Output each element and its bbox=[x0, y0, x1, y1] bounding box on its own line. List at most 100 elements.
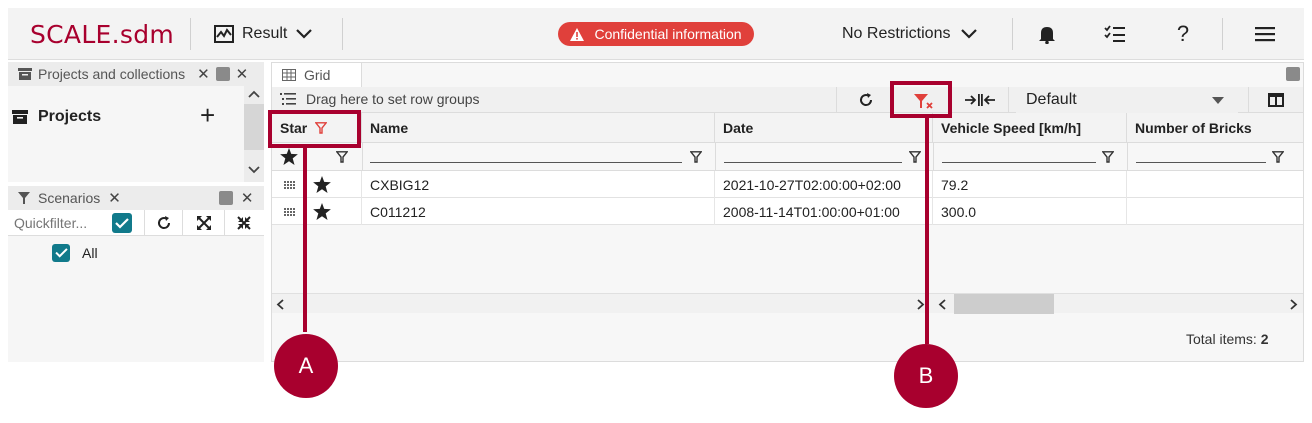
divider bbox=[1008, 87, 1009, 113]
minimize-icon[interactable] bbox=[215, 67, 230, 81]
minimize-icon[interactable] bbox=[218, 191, 233, 205]
number-of-bricks-filter-input[interactable] bbox=[1136, 162, 1266, 163]
list-icon bbox=[280, 93, 296, 105]
divider bbox=[1248, 87, 1249, 113]
annotation-marker-a: A bbox=[274, 334, 338, 398]
chevron-left-icon[interactable] bbox=[276, 299, 284, 310]
star-icon[interactable] bbox=[313, 203, 331, 220]
filter-icon[interactable] bbox=[1272, 151, 1284, 163]
columns-icon bbox=[1268, 93, 1284, 107]
help-icon: ? bbox=[1176, 21, 1190, 46]
divider bbox=[715, 143, 716, 171]
view-select[interactable]: Default bbox=[1016, 87, 1238, 113]
quickfilter-input[interactable] bbox=[14, 212, 100, 234]
divider bbox=[1012, 18, 1013, 50]
number-of-bricks-cell bbox=[1127, 198, 1303, 225]
table-row[interactable]: CXBIG12 2021-10-27T02:00:00+02:00 79.2 bbox=[272, 171, 1303, 198]
drag-handle-icon[interactable] bbox=[284, 180, 295, 189]
divider bbox=[342, 18, 343, 50]
chevron-left-icon[interactable] bbox=[938, 299, 946, 310]
star-filter-icon[interactable] bbox=[280, 148, 298, 165]
close-icon[interactable]: ✕ bbox=[108, 189, 121, 207]
all-checkbox[interactable] bbox=[52, 244, 70, 262]
projects-panel-header: Projects and collections ✕ ✕ bbox=[8, 62, 264, 86]
annotation-box-b bbox=[890, 81, 952, 118]
annotation-box-a bbox=[268, 110, 361, 148]
chart-icon bbox=[214, 25, 234, 43]
filter-icon[interactable] bbox=[1102, 151, 1114, 163]
refresh-icon bbox=[158, 216, 171, 229]
date-filter-input[interactable] bbox=[724, 162, 902, 163]
minimize-icon[interactable] bbox=[1286, 67, 1300, 81]
notifications-button[interactable] bbox=[1032, 20, 1062, 48]
chevron-down-icon bbox=[248, 166, 260, 174]
divider bbox=[836, 87, 837, 113]
column-header-number-of-bricks[interactable]: Number of Bricks bbox=[1127, 113, 1303, 143]
collapse-button[interactable] bbox=[236, 215, 252, 234]
refresh-button[interactable] bbox=[156, 215, 172, 234]
name-filter-input[interactable] bbox=[370, 162, 682, 163]
grid-panel: Grid Drag here to set row groups Default bbox=[271, 62, 1304, 362]
scrollbar-thumb[interactable] bbox=[954, 294, 1054, 314]
chevron-right-icon[interactable] bbox=[1290, 299, 1298, 310]
result-menu[interactable]: Result bbox=[214, 22, 313, 46]
name-cell: CXBIG12 bbox=[362, 171, 715, 198]
divider bbox=[933, 143, 934, 171]
archive-icon bbox=[12, 110, 28, 124]
main-menu-button[interactable] bbox=[1250, 20, 1280, 48]
quickfilter-checkbox[interactable] bbox=[112, 213, 132, 233]
scrollbar-thumb[interactable] bbox=[244, 104, 264, 150]
fit-columns-button[interactable] bbox=[964, 93, 996, 110]
column-header-name[interactable]: Name bbox=[362, 113, 715, 143]
tab-grid[interactable]: Grid bbox=[272, 63, 362, 87]
expand-button[interactable] bbox=[196, 215, 212, 234]
add-project-button[interactable]: + bbox=[200, 102, 215, 128]
scenarios-panel: Scenarios ✕ ✕ All bbox=[8, 186, 264, 362]
scrollbar[interactable] bbox=[244, 86, 264, 182]
star-icon[interactable] bbox=[313, 176, 331, 193]
name-cell: C011212 bbox=[362, 198, 715, 225]
app-logo[interactable]: SCALE.sdm bbox=[30, 20, 174, 49]
projects-panel-title: Projects and collections bbox=[38, 66, 186, 82]
confidential-badge: Confidential information bbox=[558, 22, 754, 46]
number-of-bricks-cell bbox=[1127, 171, 1303, 198]
divider bbox=[182, 210, 183, 236]
grid-header-row: Star Name Date Vehicle Speed [km/h] Numb… bbox=[272, 113, 1303, 143]
close-icon[interactable]: ✕ bbox=[197, 65, 210, 83]
close-icon[interactable]: ✕ bbox=[241, 189, 254, 207]
column-header-vehicle-speed[interactable]: Vehicle Speed [km/h] bbox=[933, 113, 1127, 143]
divider bbox=[1222, 18, 1223, 50]
restrictions-menu[interactable]: No Restrictions bbox=[842, 22, 978, 46]
vehicle-speed-filter-input[interactable] bbox=[942, 162, 1096, 163]
row-group-dropzone[interactable]: Drag here to set row groups bbox=[280, 91, 480, 107]
projects-panel: Projects and collections ✕ ✕ Projects + bbox=[8, 62, 264, 182]
archive-icon bbox=[18, 68, 32, 80]
filter-icon[interactable] bbox=[690, 151, 702, 163]
check-icon bbox=[54, 248, 68, 258]
refresh-icon bbox=[860, 93, 873, 106]
drag-handle-icon[interactable] bbox=[284, 207, 295, 216]
total-items: Total items: 2 bbox=[1186, 331, 1269, 347]
divider bbox=[224, 210, 225, 236]
date-cell: 2008-11-14T01:00:00+01:00 bbox=[715, 198, 933, 225]
chevron-down-icon bbox=[296, 29, 313, 39]
columns-panel-button[interactable] bbox=[1268, 93, 1284, 110]
tasks-button[interactable] bbox=[1100, 20, 1130, 48]
annotation-line-a bbox=[303, 148, 307, 332]
filter-icon[interactable] bbox=[909, 151, 921, 163]
close-icon[interactable]: ✕ bbox=[236, 65, 249, 83]
scenario-all-item[interactable]: All bbox=[52, 244, 98, 262]
table-row[interactable]: C011212 2008-11-14T01:00:00+01:00 300.0 bbox=[272, 198, 1303, 225]
chevron-right-icon[interactable] bbox=[917, 299, 925, 310]
annotation-line-b bbox=[925, 118, 929, 344]
help-button[interactable]: ? bbox=[1168, 20, 1198, 48]
warning-icon bbox=[570, 27, 585, 41]
grid-refresh-button[interactable] bbox=[858, 92, 874, 111]
fit-columns-icon bbox=[965, 94, 995, 106]
date-cell: 2021-10-27T02:00:00+02:00 bbox=[715, 171, 933, 198]
collapse-icon bbox=[237, 216, 251, 230]
grid-icon bbox=[282, 69, 296, 81]
vehicle-speed-cell: 300.0 bbox=[933, 198, 1127, 225]
filter-icon[interactable] bbox=[336, 151, 348, 163]
checklist-icon bbox=[1104, 25, 1125, 42]
